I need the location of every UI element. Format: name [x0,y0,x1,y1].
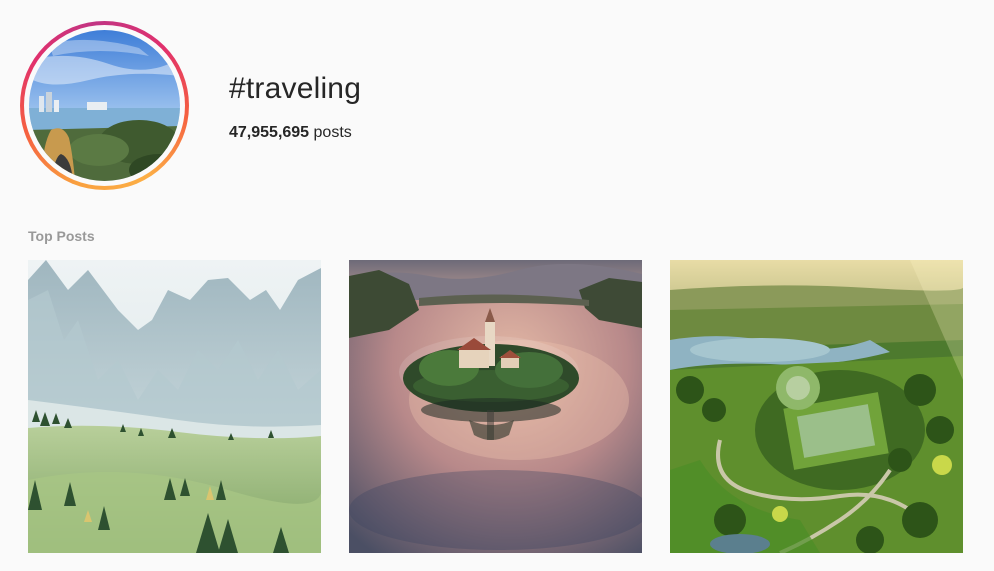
hashtag-avatar[interactable] [29,30,180,181]
hashtag-avatar-ring[interactable] [20,21,189,190]
hashtag-page: #traveling 47,955,695 posts Top Posts [0,0,994,571]
garden-aerial-photo [670,260,963,553]
post-count-number: 47,955,695 [229,124,310,141]
top-posts-label: Top Posts [28,228,95,244]
top-post-3[interactable] [670,260,963,553]
lake-island-church-photo [349,260,642,553]
mountain-meadow-photo [28,260,321,553]
avatar-gap [24,25,185,186]
hashtag-title: #traveling [229,72,362,105]
top-post-1[interactable] [28,260,321,553]
post-count-label: posts [309,124,352,141]
top-post-2[interactable] [349,260,642,553]
post-count: 47,955,695 posts [229,123,352,143]
